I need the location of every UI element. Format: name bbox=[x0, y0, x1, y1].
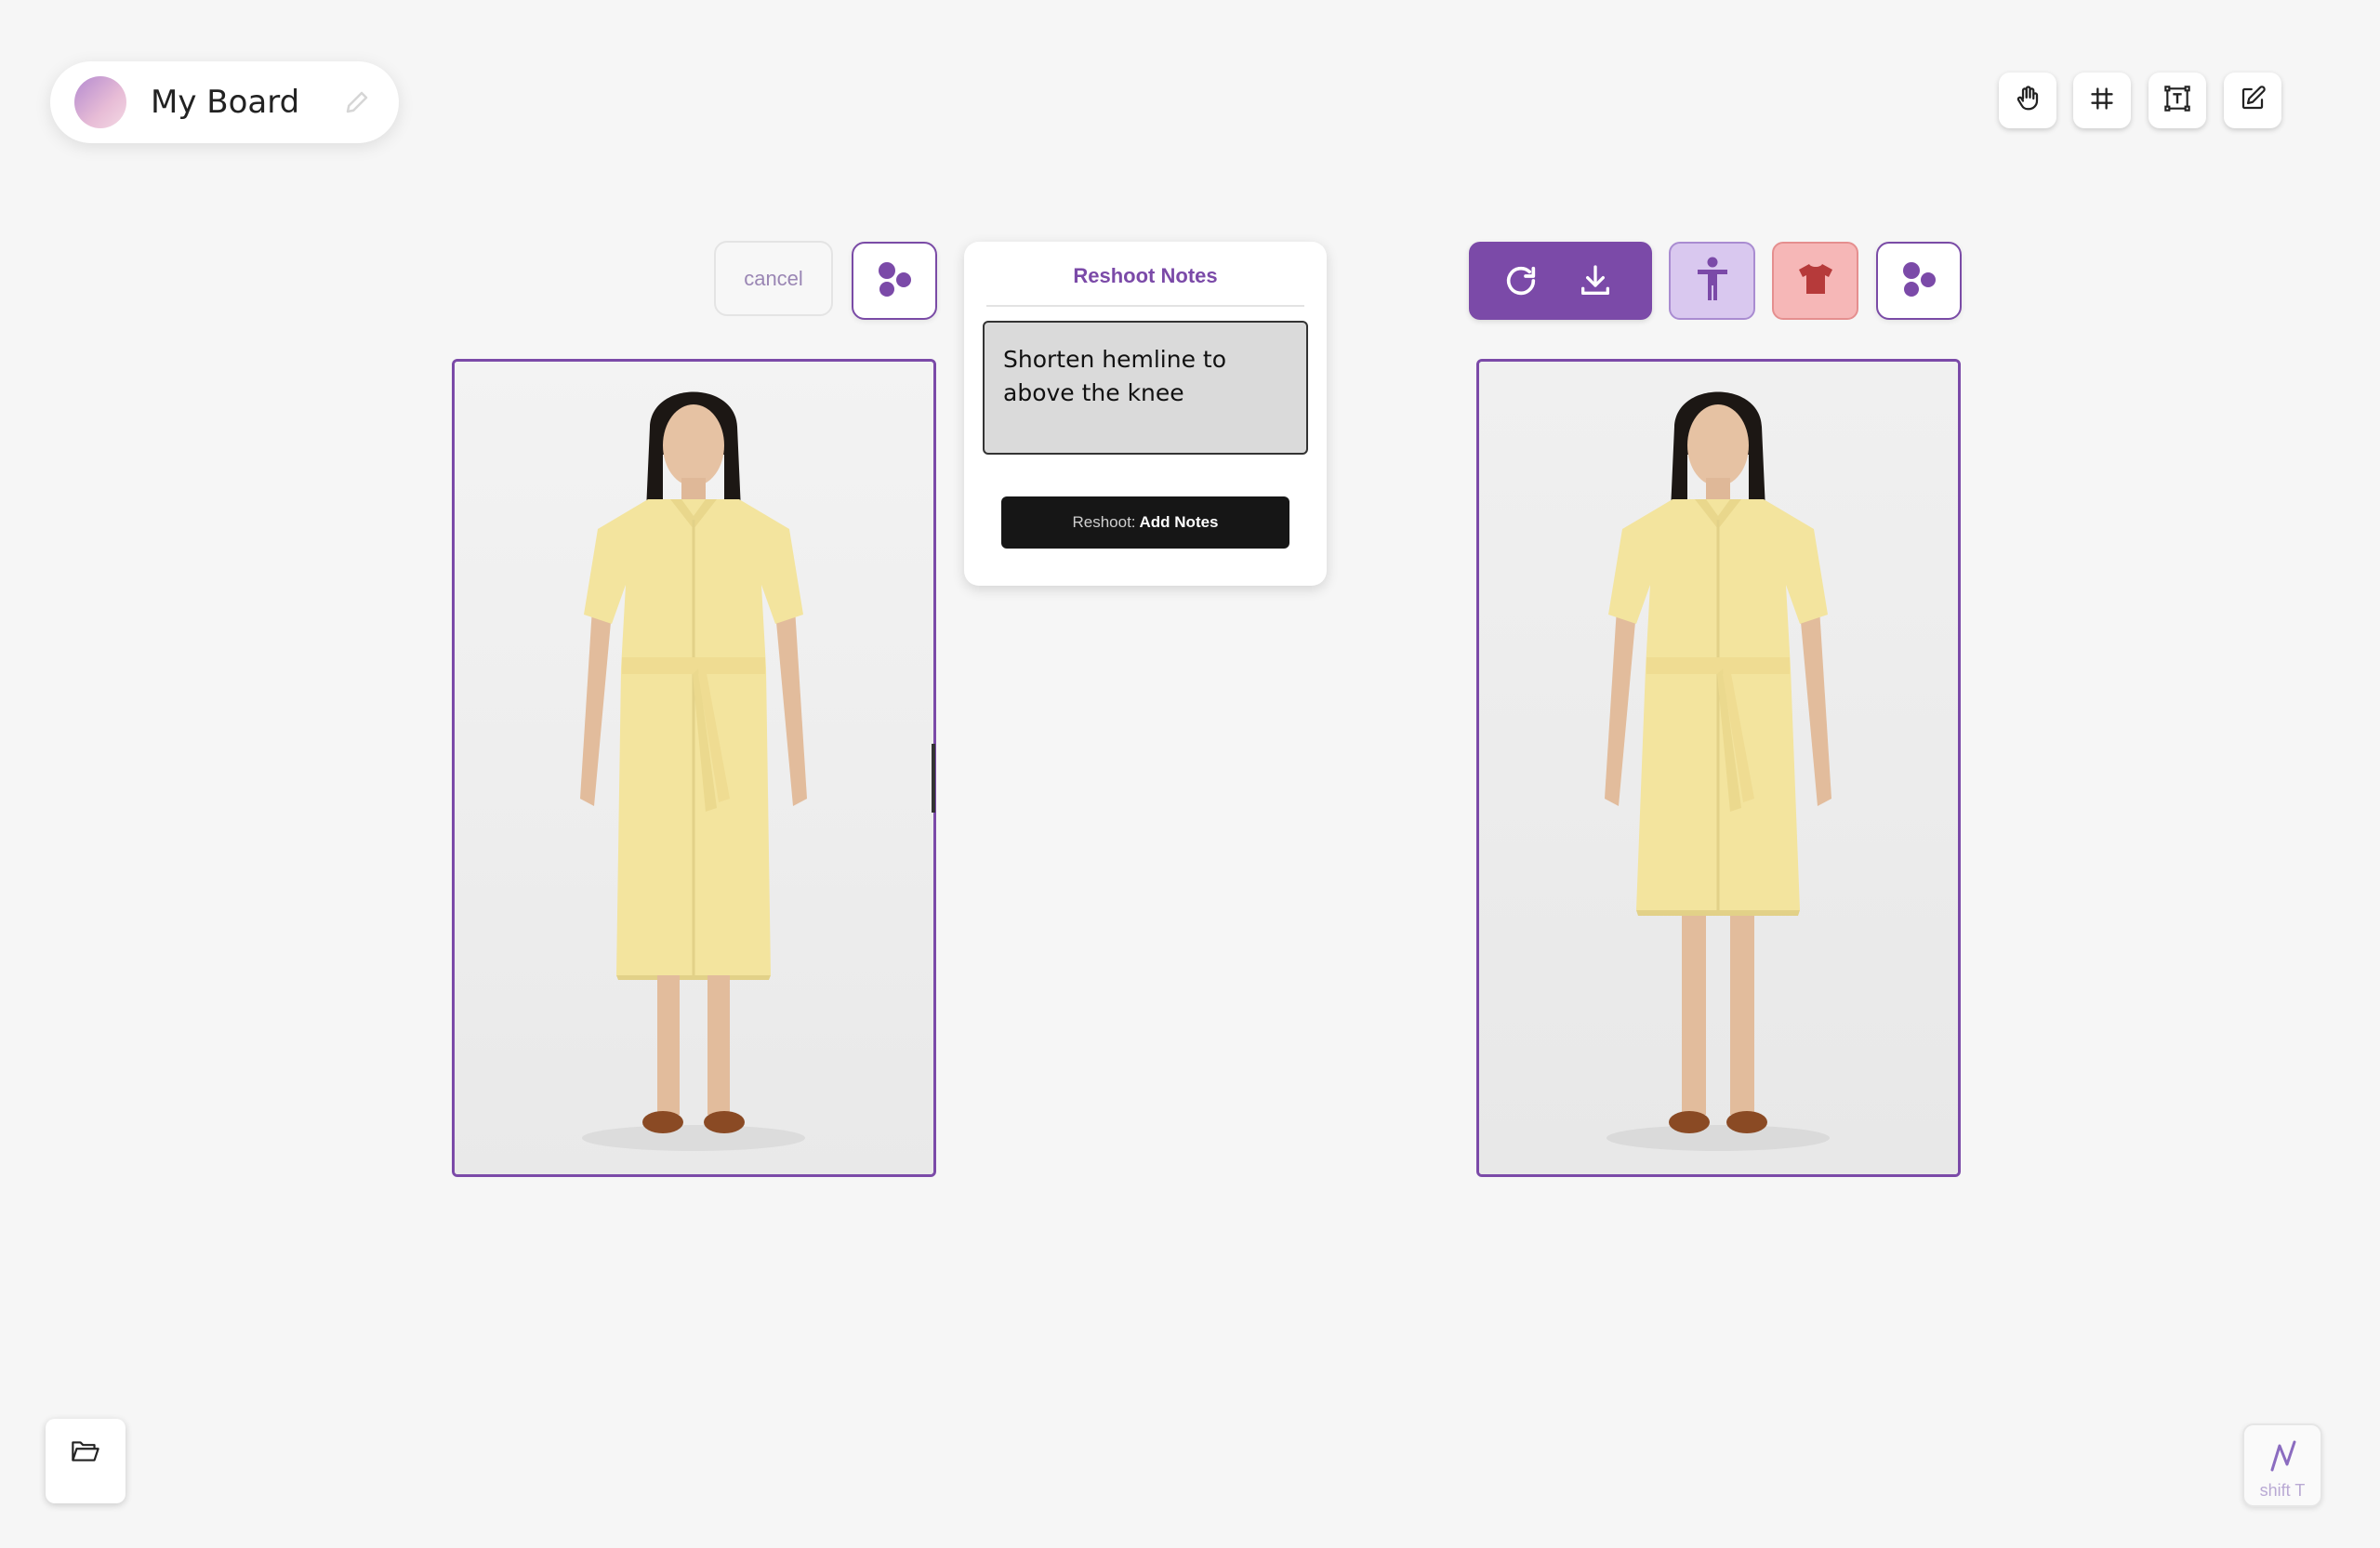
cancel-button[interactable]: cancel bbox=[714, 241, 833, 316]
text-box-icon bbox=[2162, 84, 2192, 118]
reshoot-image[interactable] bbox=[1476, 359, 1961, 1177]
garment-button[interactable] bbox=[1772, 242, 1858, 320]
folder-open-icon bbox=[70, 1437, 101, 1470]
reshoot-notes-panel: Reshoot Notes Shorten hemline to above t… bbox=[964, 242, 1327, 586]
pencil-icon[interactable] bbox=[343, 88, 371, 116]
reshoot-add-notes-button[interactable]: Reshoot: Add Notes bbox=[1001, 496, 1289, 549]
open-folder-button[interactable] bbox=[46, 1419, 126, 1503]
model-photo bbox=[1479, 362, 1958, 1174]
original-image[interactable] bbox=[452, 359, 936, 1177]
refresh-icon[interactable] bbox=[1502, 262, 1540, 299]
variations-button-left[interactable] bbox=[852, 242, 937, 320]
shirt-icon bbox=[1797, 262, 1834, 300]
hand-tool-button[interactable] bbox=[1999, 73, 2056, 128]
divider bbox=[986, 305, 1304, 307]
shortcut-label: shift T bbox=[2259, 1481, 2306, 1500]
notes-title: Reshoot Notes bbox=[1073, 264, 1218, 287]
dots-cluster-icon bbox=[1897, 258, 1940, 305]
board-title[interactable]: My Board bbox=[151, 82, 299, 123]
button-prefix: Reshoot: bbox=[1072, 513, 1136, 531]
scribble-icon bbox=[2267, 1436, 2302, 1480]
hash-icon bbox=[2089, 86, 2115, 116]
person-icon bbox=[1692, 256, 1733, 307]
variations-button-right[interactable] bbox=[1876, 242, 1962, 320]
board-avatar bbox=[74, 76, 126, 128]
notes-textarea[interactable]: Shorten hemline to above the knee bbox=[983, 321, 1308, 455]
draw-shortcut-button[interactable]: shift T bbox=[2242, 1423, 2322, 1507]
model-photo bbox=[455, 362, 933, 1174]
button-action: Add Notes bbox=[1139, 513, 1219, 531]
text-tool-button[interactable] bbox=[2149, 73, 2206, 128]
frame-tool-button[interactable] bbox=[2073, 73, 2131, 128]
hand-icon bbox=[2014, 85, 2042, 117]
edit-tool-button[interactable] bbox=[2224, 73, 2281, 128]
download-icon[interactable] bbox=[1577, 262, 1614, 299]
pencil-square-icon bbox=[2239, 85, 2267, 117]
pose-button[interactable] bbox=[1669, 242, 1755, 320]
resize-handle[interactable] bbox=[932, 744, 935, 813]
dots-cluster-icon bbox=[873, 258, 916, 305]
board-title-pill[interactable]: My Board bbox=[50, 61, 399, 143]
action-button-group bbox=[1469, 242, 1652, 320]
